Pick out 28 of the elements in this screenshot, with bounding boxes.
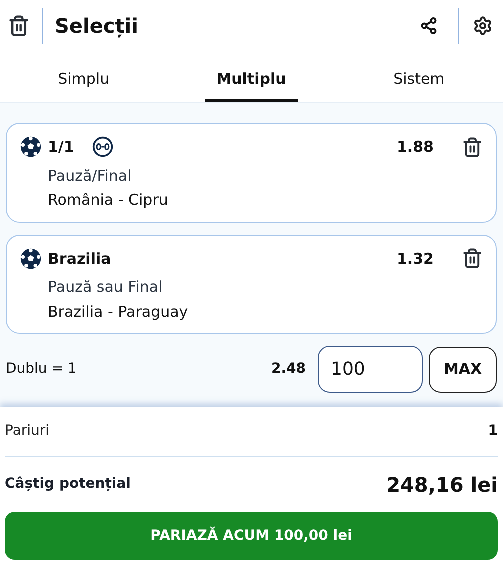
bets-label: Pariuri <box>5 422 50 441</box>
bets-count: 1 <box>488 422 498 441</box>
event-name: România - Cipru <box>47 190 170 211</box>
selection-odds: 1.32 <box>396 248 434 270</box>
delete-icon[interactable] <box>462 136 483 158</box>
max-button[interactable]: MAX <box>429 346 497 392</box>
window-title: Selecții <box>55 13 140 40</box>
selection-pick: Brazilia <box>48 248 112 270</box>
delete-icon[interactable] <box>8 15 30 37</box>
soccer-ball-icon <box>20 248 42 270</box>
market-name: Pauză/Final <box>47 166 133 186</box>
score-icon <box>92 136 114 158</box>
selection-odds: 1.88 <box>396 137 434 158</box>
tab[interactable]: Simplu <box>46 52 122 102</box>
market-name: Pauză sau Final <box>47 277 164 298</box>
combo-odds: 2.48 <box>271 360 306 379</box>
place-bet-button[interactable]: PARIAZĂ ACUM 100,00 lei <box>5 512 498 560</box>
tab[interactable]: Sistem <box>382 52 457 102</box>
delete-icon[interactable] <box>462 248 483 270</box>
settings-icon[interactable] <box>473 16 493 36</box>
stake-field[interactable]: 100 <box>318 346 423 393</box>
selection-pick: 1/1 <box>48 137 74 158</box>
share-icon[interactable] <box>420 17 438 35</box>
potential-win-value: 248,16 lei <box>386 472 498 498</box>
potential-win-label: Câștig potențial <box>5 475 131 494</box>
soccer-ball-icon <box>20 136 42 158</box>
event-name: Brazilia - Paraguay <box>47 302 190 322</box>
combo-label: Dublu = 1 <box>6 360 78 379</box>
